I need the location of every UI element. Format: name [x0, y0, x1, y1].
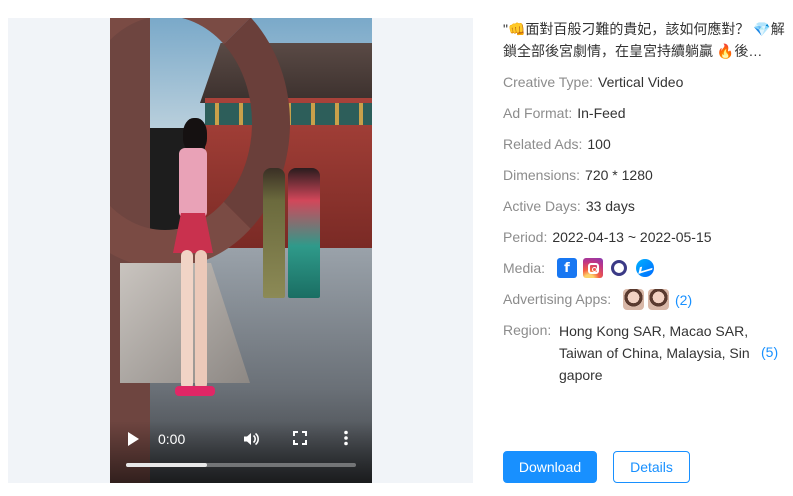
ad-format-value: In-Feed [577, 105, 626, 121]
video-time: 0:00 [158, 431, 186, 447]
ad-info: "👊面對百般刁難的貴妃，該如何應對？ 💎解鎖全部後宮劇情，在皇宮持續躺贏 🔥後… [503, 18, 785, 62]
video-frame-image [110, 18, 372, 483]
related-ads-value: 100 [587, 136, 611, 152]
active-days-value: 33 days [585, 198, 635, 214]
media-icons: f [557, 258, 655, 278]
ad-format-label: Ad Format: [503, 105, 573, 121]
audience-network-icon[interactable] [609, 258, 629, 278]
details-button[interactable]: Details [613, 451, 690, 483]
fullscreen-icon[interactable] [293, 431, 307, 445]
related-ads-label: Related Ads: [503, 136, 583, 152]
region-value: Hong Kong SAR, Macao SAR, Taiwan of Chin… [559, 323, 750, 383]
period-value: 2022-04-13 ~ 2022-05-15 [552, 229, 712, 245]
video-progress-fill [126, 463, 207, 467]
video-player[interactable]: 0:00 [110, 18, 372, 483]
messenger-icon[interactable] [635, 258, 655, 278]
download-button[interactable]: Download [503, 451, 597, 483]
volume-icon[interactable] [243, 431, 259, 447]
period-row: Period: 2022-04-13 ~ 2022-05-15 [503, 228, 712, 246]
advertising-apps-count[interactable]: (2) [675, 292, 692, 308]
instagram-icon[interactable] [583, 258, 603, 278]
video-controls: 0:00 [110, 421, 372, 483]
creative-type-value: Vertical Video [598, 74, 684, 90]
creative-type-row: Creative Type: Vertical Video [503, 73, 683, 91]
dimensions-label: Dimensions: [503, 167, 581, 183]
dimensions-value: 720 * 1280 [585, 167, 653, 183]
region-row: Region: [503, 321, 551, 339]
active-days-row: Active Days: 33 days [503, 197, 635, 215]
advertising-apps-row: Advertising Apps: [503, 290, 611, 308]
dimensions-row: Dimensions: 720 * 1280 [503, 166, 653, 184]
media-label: Media: [503, 260, 546, 276]
advertising-apps-label: Advertising Apps: [503, 291, 612, 307]
period-label: Period: [503, 229, 548, 245]
app-avatar[interactable] [648, 289, 669, 310]
more-options-icon[interactable] [343, 430, 349, 446]
region-count[interactable]: (5) [761, 344, 778, 360]
creative-type-label: Creative Type: [503, 74, 594, 90]
ad-format-row: Ad Format: In-Feed [503, 104, 626, 122]
advertising-apps: (2) [623, 289, 692, 310]
related-ads-row: Related Ads: 100 [503, 135, 611, 153]
play-icon[interactable] [128, 432, 139, 446]
ad-title: "👊面對百般刁難的貴妃，該如何應對？ 💎解鎖全部後宮劇情，在皇宮持續躺贏 🔥後… [503, 21, 785, 59]
video-progress-bar[interactable] [126, 463, 356, 467]
media-row: Media: [503, 259, 545, 277]
active-days-label: Active Days: [503, 198, 581, 214]
facebook-icon[interactable]: f [557, 258, 577, 278]
region-label: Region: [503, 322, 552, 338]
app-avatar[interactable] [623, 289, 644, 310]
